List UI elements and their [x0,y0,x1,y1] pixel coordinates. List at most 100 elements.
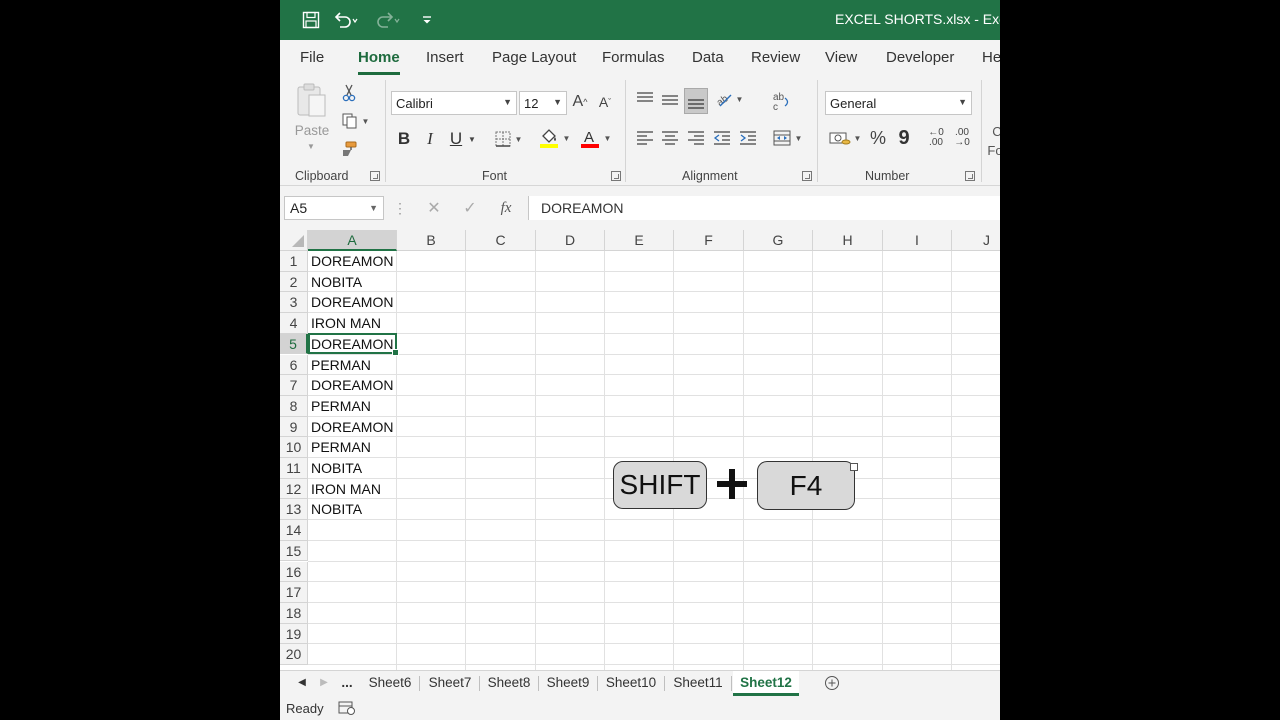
cell-a11[interactable]: NOBITA [308,458,398,479]
comma-style-button[interactable]: 9 [893,126,915,150]
format-painter-icon[interactable] [338,138,360,160]
more-sheets-button[interactable]: ... [338,671,356,696]
orientation-icon[interactable]: ab ▼ [712,88,746,110]
bold-button[interactable]: B [394,128,414,150]
cell-a13[interactable]: NOBITA [308,499,398,520]
bottom-align-icon[interactable] [684,88,708,114]
alignment-launcher-icon[interactable] [802,171,812,181]
row-header[interactable]: 13 [280,499,308,521]
scroll-right-icon[interactable]: ▶ [316,671,332,696]
save-icon[interactable] [301,10,321,30]
top-align-icon[interactable] [633,88,657,110]
font-name-combo[interactable]: Calibri ▼ [391,91,517,115]
wrap-text-icon[interactable]: ab c [768,88,794,114]
increase-decimal-button[interactable]: ←0 .00 [924,126,948,150]
merge-center-icon[interactable]: ▼ [768,126,806,150]
row-header[interactable]: 14 [280,520,308,541]
cell-a7[interactable]: DOREAMON [308,375,398,396]
column-header-h[interactable]: H [813,230,883,251]
row-header[interactable]: 3 [280,292,308,314]
paste-dropdown-icon[interactable]: ▼ [305,140,317,152]
increase-font-size-icon[interactable]: A ^ [569,91,591,113]
cell-a6[interactable]: PERMAN [308,355,398,376]
confirm-entry-icon[interactable]: ✓ [460,198,480,218]
column-header-j[interactable]: J [952,230,1000,251]
tab-page-layout[interactable]: Page Layout [492,49,576,66]
accessibility-icon[interactable] [337,699,357,717]
column-header-a[interactable]: A [308,230,397,251]
undo-icon[interactable] [332,10,360,30]
row-header[interactable]: 2 [280,271,308,293]
column-header-f[interactable]: F [674,230,744,251]
font-size-combo[interactable]: 12 ▼ [519,91,567,115]
row-header[interactable]: 7 [280,375,308,396]
row-header[interactable]: 20 [280,644,308,665]
cell-a10[interactable]: PERMAN [308,437,398,458]
active-cell-cursor[interactable] [308,332,399,356]
cancel-entry-icon[interactable]: ✕ [424,198,444,218]
column-header-c[interactable]: C [466,230,536,251]
row-header[interactable]: 8 [280,395,308,417]
column-header-i[interactable]: I [883,230,952,251]
middle-align-icon[interactable] [658,88,682,110]
column-header-d[interactable]: D [536,230,605,251]
decrease-font-size-icon[interactable]: Aˇ [594,91,616,113]
worksheet-grid[interactable]: ABCDEFGHIJ 1 2 3 4 5 6 7 8 9 10 11 12 13 14 15 16 17 18 19… [280,230,1000,670]
percent-style-button[interactable]: % [867,126,889,150]
tab-file[interactable]: File [300,49,324,66]
cell-a3[interactable]: DOREAMON [308,292,398,313]
cut-icon[interactable] [338,82,360,104]
row-header[interactable]: 5 [280,333,308,355]
row-header[interactable]: 4 [280,313,308,334]
sheet-tab-sheet8[interactable]: Sheet8 [481,671,537,696]
row-header[interactable]: 18 [280,602,308,624]
customize-qat-icon[interactable] [417,10,437,30]
tab-view[interactable]: View [825,49,857,66]
paste-icon[interactable] [294,80,330,120]
sheet-tab-sheet6[interactable]: Sheet6 [362,671,418,696]
accounting-format-icon[interactable]: ▼ [827,126,863,150]
italic-button[interactable]: I [420,128,440,150]
row-header[interactable]: 10 [280,437,308,458]
select-all-button[interactable] [280,230,308,251]
underline-dropdown-icon[interactable]: ▼ [466,128,478,150]
row-header[interactable]: 9 [280,416,308,438]
tab-review[interactable]: Review [751,49,800,66]
clipboard-launcher-icon[interactable] [370,171,380,181]
row-header[interactable]: 15 [280,540,308,562]
conditional-formatting-partial-label[interactable]: C [992,122,1000,140]
font-color-icon[interactable]: A ▼ [577,126,613,150]
row-header[interactable]: 17 [280,582,308,603]
tab-help[interactable]: He [982,49,1000,66]
tab-developer[interactable]: Developer [886,49,954,66]
underline-button[interactable]: U [446,128,466,150]
sheet-tab-sheet11[interactable]: Sheet11 [666,671,730,696]
row-header[interactable]: 12 [280,478,308,500]
number-format-combo[interactable]: General ▼ [825,91,972,115]
column-header-e[interactable]: E [605,230,674,251]
fill-color-icon[interactable]: ▼ [536,126,572,150]
formula-input[interactable]: DOREAMON [528,196,1000,220]
increase-indent-icon[interactable] [736,126,760,150]
scroll-left-icon[interactable]: ◀ [294,671,310,696]
cell-a12[interactable]: IRON MAN [308,479,398,500]
row-header[interactable]: 19 [280,623,308,645]
column-header-b[interactable]: B [397,230,466,251]
insert-function-button[interactable]: fx [495,197,517,219]
number-launcher-icon[interactable] [965,171,975,181]
copy-icon[interactable]: ▼ [338,110,372,132]
font-launcher-icon[interactable] [611,171,621,181]
borders-icon[interactable]: ▼ [490,128,526,150]
sheet-tab-sheet10[interactable]: Sheet10 [599,671,663,696]
paste-label[interactable]: Paste [295,122,330,138]
cell-a8[interactable]: PERMAN [308,396,398,417]
new-sheet-icon[interactable] [822,671,842,696]
sheet-tab-sheet12[interactable]: Sheet12 [733,671,799,696]
row-header[interactable]: 11 [280,458,308,479]
align-left-icon[interactable] [633,126,657,150]
sheet-tab-sheet7[interactable]: Sheet7 [422,671,478,696]
cell-a2[interactable]: NOBITA [308,272,398,293]
cell-a4[interactable]: IRON MAN [308,313,398,334]
align-right-icon[interactable] [684,126,708,150]
decrease-indent-icon[interactable] [710,126,734,150]
